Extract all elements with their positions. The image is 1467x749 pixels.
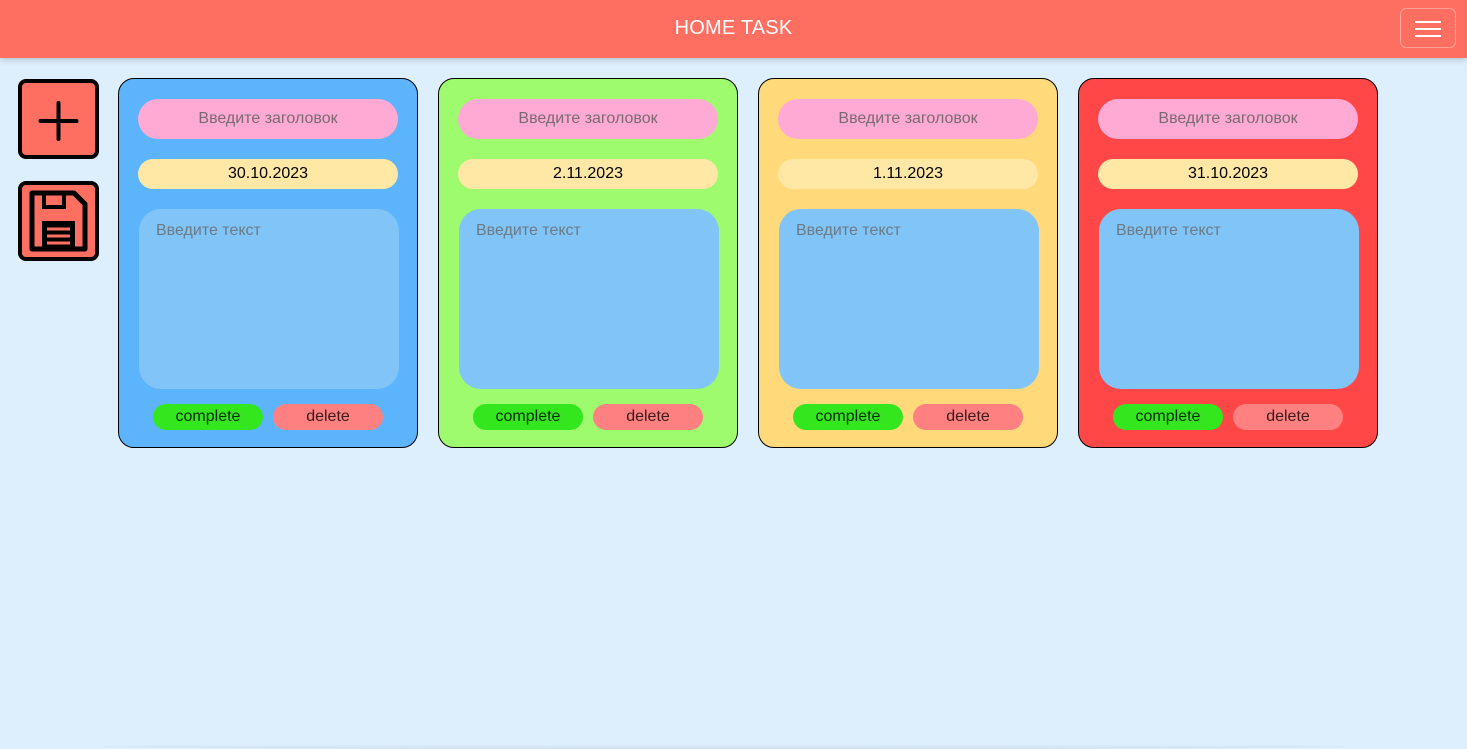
text-input[interactable]: Введите текст [1099, 209, 1359, 389]
text-input[interactable]: Введите текст [459, 209, 719, 389]
complete-button[interactable]: complete [793, 404, 903, 430]
date-field[interactable]: 31.10.2023 [1098, 159, 1358, 189]
page-title: HOME TASK [674, 17, 793, 39]
title-input[interactable]: Введите заголовок [1098, 99, 1358, 139]
task-card: Введите заголовок 30.10.2023 Введите тек… [118, 78, 418, 448]
plus-icon [38, 101, 79, 141]
text-input[interactable]: Введите текст [779, 209, 1039, 389]
save-button[interactable] [18, 181, 99, 261]
complete-button[interactable]: complete [153, 404, 263, 430]
date-field[interactable]: 2.11.2023 [458, 159, 718, 189]
delete-button[interactable]: delete [1233, 404, 1343, 430]
date-field[interactable]: 1.11.2023 [778, 159, 1038, 189]
delete-button[interactable]: delete [913, 404, 1023, 430]
menu-button[interactable] [1400, 8, 1456, 48]
complete-button[interactable]: complete [1113, 404, 1223, 430]
delete-button[interactable]: delete [273, 404, 383, 430]
task-card: Введите заголовок 31.10.2023 Введите тек… [1078, 78, 1378, 448]
date-field[interactable]: 30.10.2023 [138, 159, 398, 189]
delete-button[interactable]: delete [593, 404, 703, 430]
title-input[interactable]: Введите заголовок [778, 99, 1038, 139]
add-card-button[interactable] [18, 79, 99, 159]
text-input[interactable]: Введите текст [139, 209, 399, 389]
footer-shadow [100, 744, 1350, 749]
task-card: Введите заголовок 1.11.2023 Введите текс… [758, 78, 1058, 448]
app-header: HOME TASK [0, 0, 1467, 58]
complete-button[interactable]: complete [473, 404, 583, 430]
title-input[interactable]: Введите заголовок [458, 99, 718, 139]
task-card: Введите заголовок 2.11.2023 Введите текс… [438, 78, 738, 448]
title-input[interactable]: Введите заголовок [138, 99, 398, 139]
floppy-disk-icon [29, 190, 88, 252]
